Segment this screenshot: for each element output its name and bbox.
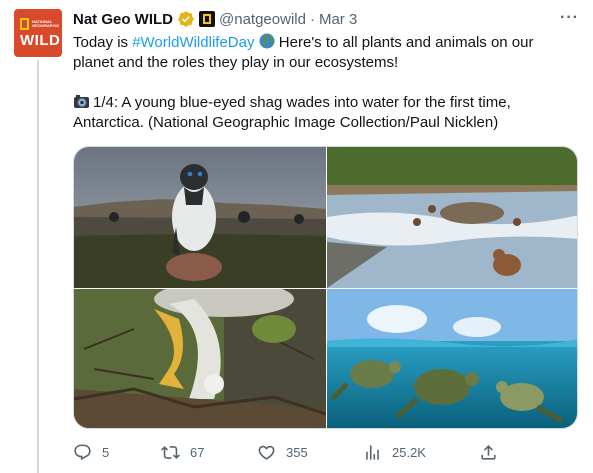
tweet-header: Nat Geo WILD @natgeowild · Mar 3 ··· — [73, 9, 579, 29]
tweet-paragraph-2: 1/4: A young blue-eyed shag wades into w… — [73, 93, 578, 133]
reply-count: 5 — [102, 444, 110, 460]
view-count: 25.2K — [392, 444, 426, 460]
nat-geo-logo: NATIONAL GEOGRAPHIC — [20, 17, 62, 30]
more-options-icon[interactable]: ··· — [560, 9, 579, 27]
views-chart-icon[interactable] — [363, 443, 382, 462]
text-line2: 1/4: A young blue-eyed shag wades into w… — [73, 94, 511, 131]
retweet-count: 67 — [190, 444, 205, 460]
avatar[interactable]: NATIONAL GEOGRAPHIC WILD — [14, 9, 62, 57]
tweet-paragraph-1: Today is #WorldWildlifeDay Here's to all… — [73, 33, 578, 73]
text-prefix: Today is — [73, 34, 133, 51]
like-count: 355 — [286, 444, 308, 460]
reply-action[interactable]: 5 — [73, 440, 109, 464]
separator-dot: · — [309, 10, 315, 28]
nat-geo-border-icon — [20, 17, 29, 30]
affiliate-badge-icon[interactable] — [199, 11, 215, 27]
author-handle[interactable]: @natgeowild — [219, 11, 306, 28]
verified-badge-icon[interactable] — [177, 10, 195, 28]
bear-river-photo[interactable] — [327, 147, 577, 288]
avatar-small-text: NATIONAL GEOGRAPHIC — [32, 18, 60, 28]
camera-emoji-icon — [74, 95, 89, 108]
tweet-date[interactable]: Mar 3 — [319, 11, 357, 28]
views-action[interactable]: 25.2K — [363, 440, 426, 464]
tweet-actions: 5 67 355 25.2K — [73, 440, 578, 464]
globe-emoji-icon — [259, 33, 275, 49]
thread-line — [37, 60, 39, 473]
shag-photo[interactable] — [74, 147, 326, 288]
avatar-brand-text: WILD — [20, 31, 61, 49]
tweet-text: Today is #WorldWildlifeDay Here's to all… — [73, 33, 578, 133]
media-grid — [73, 146, 578, 429]
eagle-nest-photo[interactable] — [74, 289, 326, 428]
reply-icon[interactable] — [73, 443, 92, 462]
avatar-column: NATIONAL GEOGRAPHIC WILD — [14, 9, 62, 57]
heart-icon[interactable] — [257, 443, 276, 462]
share-icon[interactable] — [479, 443, 498, 462]
like-action[interactable]: 355 — [257, 440, 308, 464]
retweet-icon[interactable] — [161, 443, 180, 462]
retweet-action[interactable]: 67 — [161, 440, 204, 464]
author-name[interactable]: Nat Geo WILD — [73, 11, 173, 28]
sea-turtles-photo[interactable] — [327, 289, 577, 428]
share-action[interactable] — [479, 440, 498, 464]
hashtag-link[interactable]: #WorldWildlifeDay — [132, 34, 254, 51]
